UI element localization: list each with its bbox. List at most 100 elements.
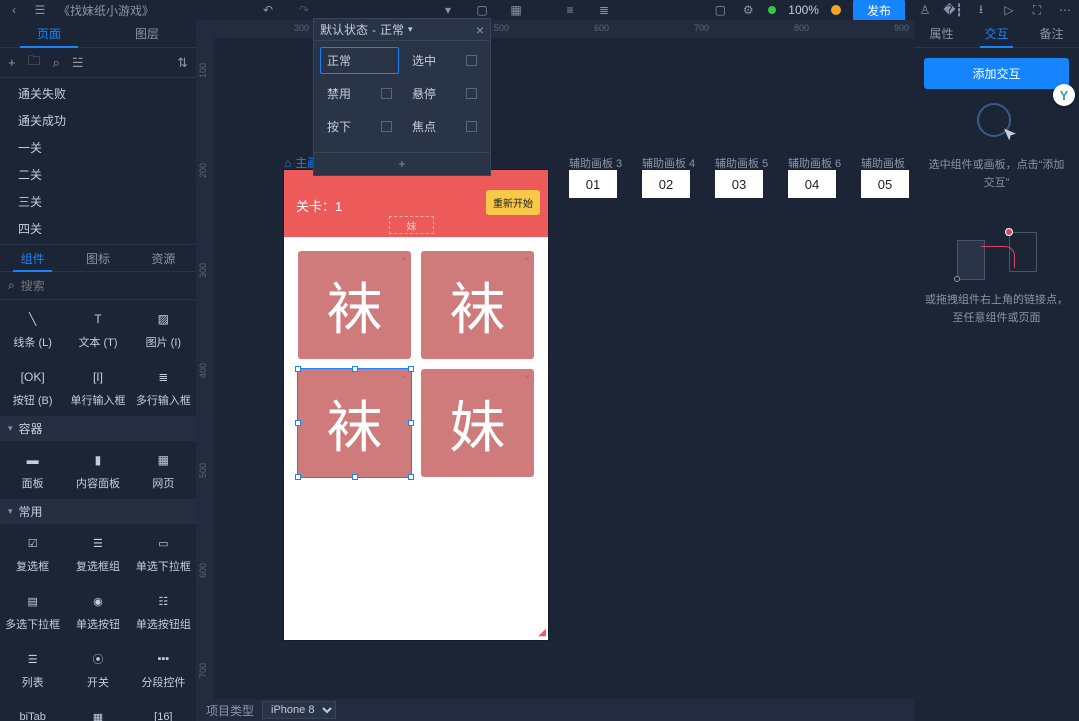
component-item[interactable]: ☷ 单选按钮组 <box>131 582 196 640</box>
section-common[interactable]: 常用 <box>0 499 196 524</box>
checkbox[interactable] <box>381 121 392 132</box>
device-select[interactable]: iPhone 8 <box>262 701 336 719</box>
back-icon[interactable]: ‹ <box>6 2 22 18</box>
resize-handle[interactable] <box>408 366 414 372</box>
aux-artboard[interactable]: 01 <box>569 170 617 198</box>
artboard-main[interactable]: 关卡：1 重新开始 妹 袜◦ 袜◦ 袜◦ 妹◦ <box>284 170 548 640</box>
section-container[interactable]: 容器 <box>0 416 196 441</box>
resize-handle[interactable] <box>295 366 301 372</box>
component-item[interactable]: [16] 数字输入器 <box>131 698 196 721</box>
tab-components[interactable]: 组件 <box>0 245 65 271</box>
download-icon[interactable]: ⭳ <box>973 2 989 18</box>
component-item[interactable]: ▬ 面板 <box>0 441 65 499</box>
aux-artboard[interactable]: 05 <box>861 170 909 198</box>
component-item[interactable]: biTab 选项卡 <box>0 698 65 721</box>
resize-handle[interactable] <box>352 366 358 372</box>
menu-icon[interactable]: ☰ <box>32 2 48 18</box>
state-option[interactable]: 按下 <box>320 113 399 140</box>
component-item[interactable]: ≣ 多行输入框 <box>131 358 196 416</box>
component-item[interactable]: [OK] 按钮 (B) <box>0 358 65 416</box>
tab-resources[interactable]: 资源 <box>131 245 196 271</box>
resize-handle[interactable] <box>352 474 358 480</box>
component-item[interactable]: ☑ 复选框 <box>0 524 65 582</box>
chevron-down-icon[interactable]: ▾ <box>408 24 413 35</box>
ruler-origin[interactable] <box>196 20 214 38</box>
more-icon[interactable]: ⋯ <box>1057 2 1073 18</box>
component-item[interactable]: T 文本 (T) <box>65 300 130 358</box>
add-state-button[interactable]: + <box>314 152 490 175</box>
resize-handle[interactable] <box>408 474 414 480</box>
resize-handle[interactable] <box>295 420 301 426</box>
ruler-vertical[interactable]: 100200300400500600700 <box>196 38 214 699</box>
page-item[interactable]: 三关 <box>0 188 196 215</box>
checkbox[interactable] <box>466 55 477 66</box>
tab-pages[interactable]: 页面 <box>0 20 98 47</box>
tab-icons[interactable]: 图标 <box>65 245 130 271</box>
game-card[interactable]: 妹◦ <box>421 369 534 477</box>
aux-artboard-label[interactable]: 辅助画板 3 <box>569 155 622 171</box>
publish-button[interactable]: 发布 <box>853 0 905 22</box>
component-item[interactable]: ▨ 图片 (I) <box>131 300 196 358</box>
component-item[interactable]: ▦ 图文选项卡 <box>65 698 130 721</box>
tool-p-icon[interactable]: ▾ <box>440 2 456 18</box>
checkbox[interactable] <box>381 88 392 99</box>
aux-artboard[interactable]: 04 <box>788 170 836 198</box>
aux-artboard-label[interactable]: 辅助画板 6 <box>788 155 841 171</box>
game-card[interactable]: 袜◦ <box>298 251 411 359</box>
restart-button[interactable]: 重新开始 <box>486 190 540 215</box>
page-item[interactable]: 通关成功 <box>0 107 196 134</box>
page-item[interactable]: 通关失败 <box>0 80 196 107</box>
resize-handle[interactable] <box>295 474 301 480</box>
undo-icon[interactable]: ↶ <box>260 2 276 18</box>
state-option[interactable]: 焦点 <box>405 113 484 140</box>
component-item[interactable]: ▦ 网页 <box>131 441 196 499</box>
filter-icon[interactable]: ⇅ <box>177 55 188 71</box>
page-item[interactable]: 一关 <box>0 134 196 161</box>
artboard-resize-icon[interactable]: ◢ <box>538 627 546 638</box>
component-item[interactable]: ☰ 列表 <box>0 640 65 698</box>
add-interaction-button[interactable]: 添加交互 <box>924 58 1069 89</box>
component-item[interactable]: ▮ 内容面板 <box>65 441 130 499</box>
checkbox[interactable] <box>466 88 477 99</box>
tab-attributes[interactable]: 属性 <box>914 20 969 47</box>
component-item[interactable]: ▪▪▪ 分段控件 <box>131 640 196 698</box>
aux-artboard[interactable]: 02 <box>642 170 690 198</box>
tool-r-icon[interactable]: ▦ <box>508 2 524 18</box>
help-badge[interactable]: Y <box>1053 84 1075 106</box>
redo-icon[interactable]: ↷ <box>296 2 312 18</box>
tab-layers[interactable]: 图层 <box>98 20 196 47</box>
folder-icon[interactable]: 🗀 <box>28 52 41 74</box>
component-item[interactable]: ╲ 线条 (L) <box>0 300 65 358</box>
page-item[interactable]: 四关 <box>0 215 196 242</box>
align-right-icon[interactable]: ≣ <box>596 2 612 18</box>
user-icon[interactable]: ♙ <box>917 2 933 18</box>
state-option[interactable]: 选中 <box>405 47 484 74</box>
tool-q-icon[interactable]: ▢ <box>474 2 490 18</box>
zoom-level[interactable]: 100% <box>788 3 819 17</box>
aux-artboard[interactable]: 03 <box>715 170 763 198</box>
search-page-icon[interactable]: ⌕ <box>53 55 60 71</box>
placeholder-slot[interactable]: 妹 <box>389 216 434 234</box>
search-input[interactable] <box>21 279 188 293</box>
state-option[interactable]: 正常 <box>320 47 399 74</box>
resize-handle[interactable] <box>408 420 414 426</box>
device-icon[interactable]: ▢ <box>712 2 728 18</box>
page-item[interactable]: 二关 <box>0 161 196 188</box>
add-page-icon[interactable]: + <box>8 55 16 70</box>
tab-interaction[interactable]: 交互 <box>969 20 1024 47</box>
settings-icon[interactable]: ⚙ <box>740 2 756 18</box>
aux-artboard-label[interactable]: 辅助画板 4 <box>642 155 695 171</box>
coin-icon[interactable] <box>831 5 841 15</box>
component-item[interactable]: ▤ 多选下拉框 <box>0 582 65 640</box>
game-card[interactable]: 袜◦ <box>421 251 534 359</box>
close-icon[interactable]: × <box>476 22 484 38</box>
play-icon[interactable]: ▷ <box>1001 2 1017 18</box>
checkbox[interactable] <box>466 121 477 132</box>
component-item[interactable]: ◉ 单选按钮 <box>65 582 130 640</box>
component-item[interactable]: ▭ 单选下拉框 <box>131 524 196 582</box>
component-item[interactable]: [I] 单行输入框 <box>65 358 130 416</box>
game-card-selected[interactable]: 袜◦ <box>298 369 411 477</box>
state-option[interactable]: 禁用 <box>320 80 399 107</box>
mic-icon[interactable]: �┇ <box>945 2 961 18</box>
fullscreen-icon[interactable]: ⛶ <box>1029 2 1045 18</box>
